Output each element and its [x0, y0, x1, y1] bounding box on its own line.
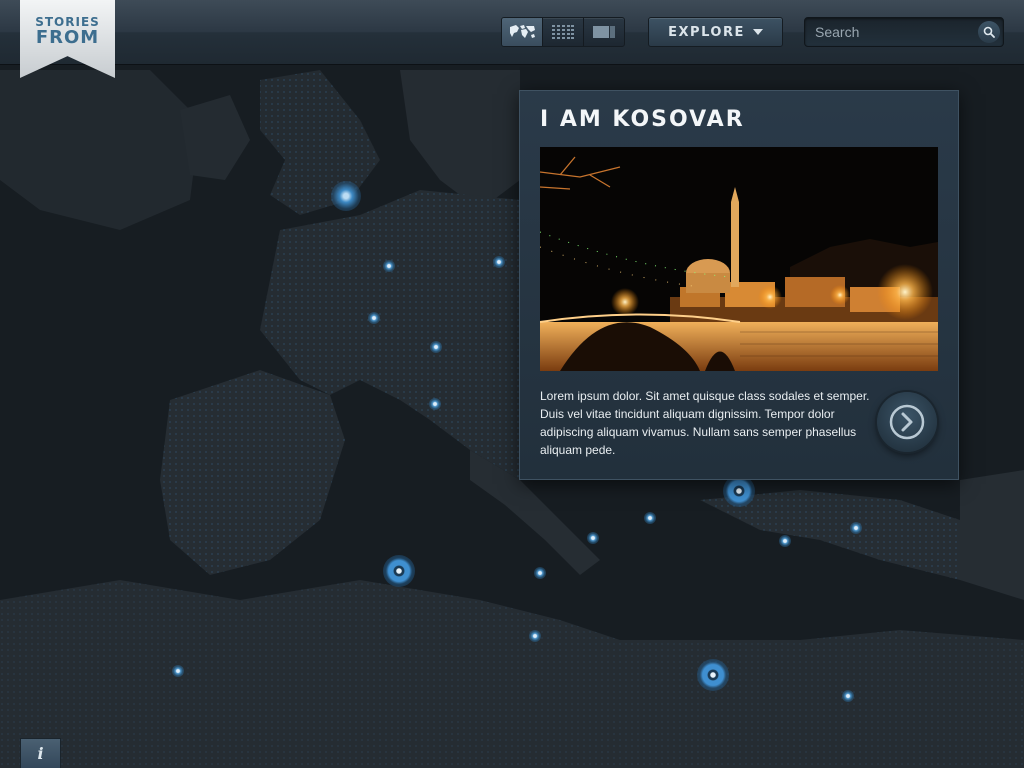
explore-dropdown[interactable]: EXPLORE: [648, 17, 783, 47]
top-bar: EXPLORE: [0, 0, 1024, 65]
logo-line2: FROM: [35, 27, 100, 48]
map-marker[interactable]: [779, 535, 791, 547]
map-marker[interactable]: [587, 532, 599, 544]
map-marker[interactable]: [529, 630, 541, 642]
info-icon: i: [37, 744, 44, 763]
story-card: I AM KOSOVAR Lorem ipsum dolor. Sit amet…: [519, 90, 959, 480]
map-marker-featured[interactable]: [697, 659, 729, 691]
map-marker[interactable]: [430, 341, 442, 353]
info-button[interactable]: i: [20, 738, 61, 768]
chevron-right-icon: [889, 404, 925, 440]
story-photo[interactable]: [540, 147, 938, 371]
map-marker[interactable]: [493, 256, 505, 268]
map-marker[interactable]: [429, 398, 441, 410]
search-box: [804, 17, 1004, 47]
search-icon: [983, 26, 995, 38]
chevron-down-icon: [752, 29, 763, 35]
world-map-icon: [510, 25, 535, 38]
map-marker[interactable]: [172, 665, 184, 677]
explore-label: EXPLORE: [668, 24, 745, 40]
map-marker[interactable]: [842, 690, 854, 702]
story-title: I AM KOSOVAR: [540, 107, 745, 132]
map-marker[interactable]: [383, 260, 395, 272]
story-photo-illustration: [540, 147, 938, 371]
map-marker-featured[interactable]: [383, 555, 415, 587]
story-description: Lorem ipsum dolor. Sit amet quisque clas…: [540, 389, 870, 457]
map-marker[interactable]: [644, 512, 656, 524]
map-marker[interactable]: [368, 312, 380, 324]
map-marker[interactable]: [534, 567, 546, 579]
search-input[interactable]: [805, 18, 975, 46]
list-view-button[interactable]: [584, 18, 624, 46]
map-cluster-marker[interactable]: [331, 181, 361, 211]
grid-view-button[interactable]: [543, 18, 584, 46]
search-button[interactable]: [978, 21, 1000, 43]
view-mode-toggle: [501, 17, 625, 47]
list-icon: [593, 26, 615, 38]
grid-icon: [552, 25, 574, 39]
open-story-button[interactable]: [877, 392, 937, 452]
map-marker[interactable]: [850, 522, 862, 534]
map-view-button[interactable]: [502, 18, 543, 46]
